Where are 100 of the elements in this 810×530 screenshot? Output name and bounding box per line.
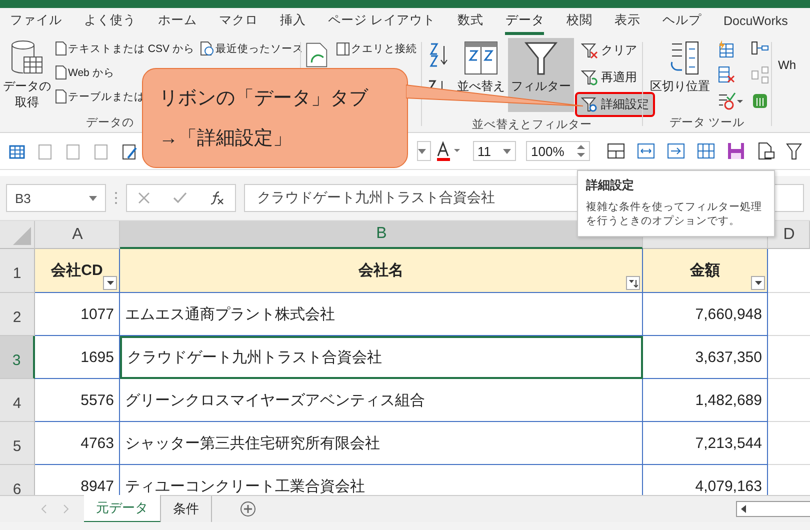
group-label: データの [85,116,135,131]
sheet-tab[interactable]: 元データ [84,495,161,523]
clock-document-icon [200,41,214,56]
funnel-gear-icon [581,96,599,112]
table-cell: 7,213,544 [643,422,768,465]
document-icon [55,89,67,104]
filter-button[interactable] [103,276,117,290]
document-icon [55,65,67,80]
spin-arrows-icon [577,144,585,158]
get-data-button[interactable]: データの 取得 [0,38,54,112]
funnel-icon[interactable] [786,142,802,160]
ribbon-command[interactable]: Web から [55,62,114,83]
filter-command[interactable]: クリア [575,38,643,63]
table-cell: エムエス通商プラント株式会社 [120,293,643,336]
ribbon-tab[interactable]: 校閲 [566,9,592,35]
funnel-refresh-icon [581,70,599,86]
save-icon[interactable] [726,142,746,160]
paste-format-icon[interactable] [120,142,138,160]
relationships-icon [751,66,769,84]
database-icon [10,40,44,76]
panel-icon [336,42,350,56]
table-cell: グリーンクロスマイヤーズアベンティス組合 [120,379,643,422]
check-icon[interactable] [172,192,187,204]
table-cell: 5576 [35,379,120,422]
caret-icon [106,281,114,285]
row-header[interactable]: 6 [0,465,35,495]
remove-duplicates-icon [717,66,735,84]
group-label: 並べ替えとフィルター [471,118,593,132]
filter-button[interactable]: フィルター [508,38,574,112]
ribbon-command[interactable]: テキストまたは CSV から [55,38,194,59]
filter-button[interactable] [751,276,765,290]
sort-ascending-icon [428,42,450,68]
ribbon-tab[interactable]: ページ レイアウト [328,9,436,35]
table-cell: シャッター第三共住宅研究所有限会社 [120,422,643,465]
name-box[interactable]: B3 [6,184,106,212]
ribbon-tab[interactable]: 表示 [614,9,640,35]
row-header[interactable]: 2 [0,293,35,336]
ribbon-tab[interactable]: 数式 [457,9,484,35]
caret-icon [418,148,426,154]
clipboard-icon[interactable] [64,142,82,160]
funnel-icon [523,40,559,76]
callout-text: リボンの「データ」タブ [159,87,370,111]
function-icon[interactable] [210,191,224,205]
ribbon-tab[interactable]: ヘルプ [662,9,702,35]
ribbon-tab[interactable]: DocuWorks [723,10,788,34]
caret-icon [89,196,97,200]
data-model-icon [751,92,769,110]
zoom-spinner[interactable]: 100% [526,141,590,161]
horizontal-scrollbar[interactable] [736,501,810,517]
ribbon-tab[interactable]: マクロ [219,9,258,35]
sort-button[interactable]: 並べ替え [454,38,508,112]
refresh-icon [305,40,330,70]
drag-handle-icon[interactable] [114,191,118,205]
clipboard-icon[interactable] [92,142,110,160]
caret-icon [503,148,511,154]
flash-fill-icon [717,40,735,58]
ribbon-tab[interactable]: ホーム [158,9,197,35]
sort-dialog-icon [463,40,499,76]
column-width-icon[interactable] [636,142,656,160]
table-header-cell: 会社名 [120,249,643,293]
add-sheet-icon[interactable] [240,501,256,517]
row-header[interactable]: 5 [0,422,35,465]
column-header[interactable]: D [768,221,810,249]
scroll-left-icon [741,505,747,513]
ribbon-tab[interactable]: よく使う [84,9,136,35]
column-header[interactable]: A [35,221,120,249]
validation-icon [717,92,743,110]
ribbon-command[interactable]: Wh [776,36,796,132]
caret-icon [754,281,762,285]
table-header-cell: 金額 [643,249,768,293]
table-cell: 4763 [35,422,120,465]
callout-text: →「詳細設定」 [159,127,293,151]
table-cell: 1,482,689 [643,379,768,422]
font-size-dropdown[interactable]: 11 [472,141,516,161]
grid-icon[interactable] [696,142,716,160]
ribbon-tab[interactable]: ファイル [10,9,62,35]
table-cell: 3,637,350 [643,336,768,379]
table-cell: 1077 [35,293,120,336]
table-icon[interactable] [606,142,626,160]
font-color-icon[interactable] [434,141,462,161]
queries-button[interactable]: クエリと接続 [336,38,417,59]
row-header[interactable]: 1 [0,249,35,293]
table-header-cell: 会社CD [35,249,120,293]
corner-triangle-icon [13,227,31,245]
table-cell: 1695 [35,336,120,379]
indent-icon[interactable] [666,142,686,160]
filter-command[interactable]: 再適用 [575,65,643,90]
ribbon-tab[interactable]: 挿入 [280,9,306,35]
sort-filter-button[interactable] [626,276,640,290]
print-preview-icon[interactable] [756,142,776,160]
clipboard-icon[interactable] [36,142,54,160]
group-label: データ ツール [668,116,746,131]
row-header[interactable]: 3 [0,336,35,379]
sort-filter-icon [628,278,638,288]
font-name-dropdown[interactable] [416,141,430,161]
table-cell: クラウドゲート九州トラスト合資会社 [120,336,643,379]
document-icon [55,41,67,56]
table-cell: 7,660,948 [643,293,768,336]
funnel-x-icon [581,42,599,58]
row-header[interactable]: 4 [0,379,35,422]
